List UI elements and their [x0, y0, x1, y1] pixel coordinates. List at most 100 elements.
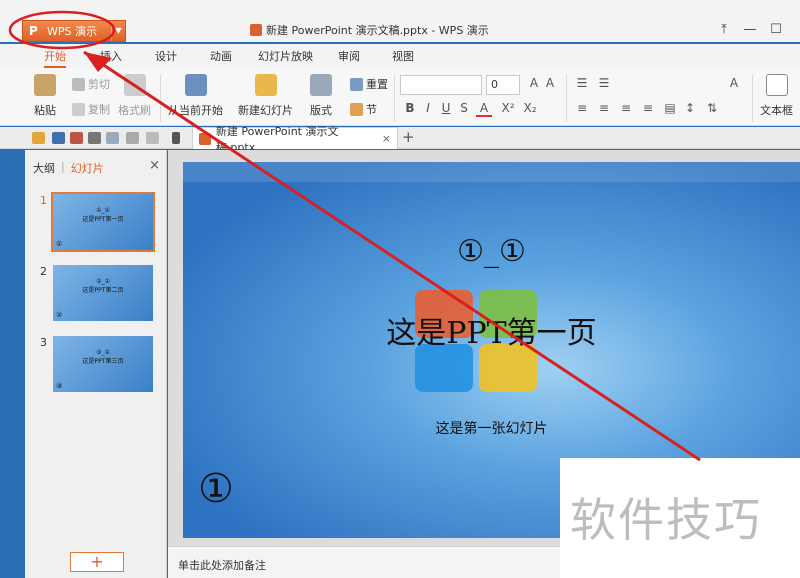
slide-corner-number[interactable]: ①: [198, 466, 234, 512]
thumbnail-subtitle: 这是PPT第三页: [82, 358, 124, 365]
wps-app-menu-button[interactable]: P WPS 演示 ▼: [22, 20, 126, 42]
thumbnail-corner-number: ③: [56, 382, 63, 390]
new-slide-label: 新建幻灯片: [238, 104, 293, 117]
thumbnail-image[interactable]: ③_① 这是PPT第三页 ③: [53, 336, 153, 392]
reset-icon: [350, 77, 363, 91]
layout-icon: [310, 74, 332, 96]
copy-button[interactable]: 复制: [72, 101, 110, 117]
text-direction-icon[interactable]: ⇅: [704, 101, 720, 115]
new-slide-button[interactable]: 新建幻灯片: [238, 74, 293, 118]
format-painter-label: 格式刷: [118, 104, 151, 117]
tab-review[interactable]: 审阅: [338, 48, 360, 64]
restore-ribbon-icon[interactable]: ⤒: [714, 22, 734, 37]
maximize-button[interactable]: ☐: [766, 22, 786, 37]
shadow-button[interactable]: S: [456, 101, 472, 115]
slide-heading[interactable]: 这是PPT第一页: [183, 308, 800, 352]
grow-font-icon[interactable]: A: [526, 76, 542, 90]
clipboard-icon: [34, 74, 56, 96]
open-folder-icon[interactable]: [32, 132, 45, 144]
window-title: 新建 PowerPoint 演示文稿.pptx - WPS 演示: [250, 22, 489, 38]
divider: [752, 74, 753, 122]
tab-insert[interactable]: 插入: [100, 48, 122, 64]
thumbnail-corner-number: ②: [56, 311, 63, 319]
ribbon-toolbar: 粘贴 剪切 复制 格式刷 从当前开始 新建幻灯片 版式 重置 节 0 A A B…: [0, 68, 800, 126]
app-menu-label: WPS 演示: [47, 25, 97, 38]
redo-icon[interactable]: [146, 132, 159, 144]
reset-label: 重置: [366, 78, 388, 91]
tab-animation[interactable]: 动画: [210, 48, 232, 64]
thumbnail-title: ①_①: [96, 207, 110, 214]
slide-title[interactable]: ①_①: [183, 234, 800, 269]
scissors-icon: [72, 77, 85, 91]
subscript-button[interactable]: X₂: [522, 101, 538, 115]
add-slide-button[interactable]: +: [70, 552, 124, 572]
ribbon-tabs: 开始 插入 设计 动画 幻灯片放映 审阅 视图: [0, 44, 800, 68]
font-color-button[interactable]: A: [476, 101, 492, 117]
paste-button[interactable]: 粘贴: [34, 74, 56, 118]
justify-icon[interactable]: ≡: [640, 101, 656, 115]
format-painter-button[interactable]: 格式刷: [118, 74, 151, 118]
tab-outline[interactable]: 大纲: [33, 160, 55, 176]
slide-subtitle[interactable]: 这是第一张幻灯片: [183, 418, 800, 438]
slide-thumbnail-1[interactable]: 1 ①_① 这是PPT第一页 ①: [40, 192, 155, 252]
thumbnail-image[interactable]: ②_① 这是PPT第二页 ②: [53, 265, 153, 321]
bold-button[interactable]: B: [402, 101, 418, 115]
tab-home[interactable]: 开始: [44, 48, 66, 68]
divider: [566, 74, 567, 122]
thumbnail-number: 2: [40, 265, 47, 278]
tab-view[interactable]: 视图: [392, 48, 414, 64]
new-tab-button[interactable]: +: [402, 128, 415, 146]
shrink-font-icon[interactable]: A: [542, 76, 558, 90]
distribute-icon[interactable]: ▤: [662, 101, 678, 115]
align-center-icon[interactable]: ≡: [596, 101, 612, 115]
slide-thumbnail-3[interactable]: 3 ③_① 这是PPT第三页 ③: [40, 336, 153, 392]
print-icon[interactable]: [88, 132, 101, 144]
bullet-list-icon[interactable]: ☰: [574, 76, 590, 90]
textbox-button[interactable]: 文本框: [760, 74, 793, 118]
italic-button[interactable]: I: [420, 101, 436, 115]
cut-button[interactable]: 剪切: [72, 76, 110, 92]
from-current-button[interactable]: 从当前开始: [168, 74, 223, 118]
section-button[interactable]: 节: [350, 101, 377, 117]
from-current-label: 从当前开始: [168, 104, 223, 117]
wps-logo-icon: P: [29, 24, 38, 38]
layout-button[interactable]: 版式: [310, 74, 332, 118]
thumbnail-subtitle: 这是PPT第一页: [82, 216, 124, 223]
reset-button[interactable]: 重置: [350, 76, 388, 92]
underline-button[interactable]: U: [438, 101, 454, 115]
export-pdf-icon[interactable]: [70, 132, 83, 144]
font-size-select[interactable]: 0: [486, 75, 520, 95]
chevron-down-icon[interactable]: ▼: [111, 21, 125, 41]
tab-design[interactable]: 设计: [155, 48, 177, 64]
document-tab[interactable]: 新建 PowerPoint 演示文稿.pptx ×: [192, 125, 398, 154]
thumbnail-image[interactable]: ①_① 这是PPT第一页 ①: [51, 192, 155, 252]
thumbnail-corner-number: ①: [56, 240, 63, 248]
close-icon[interactable]: ×: [149, 158, 160, 173]
numbered-list-icon[interactable]: ☰: [596, 76, 612, 90]
pptx-file-icon: [250, 24, 262, 36]
thumbnail-title: ③_①: [96, 349, 110, 356]
divider: |: [61, 160, 65, 173]
tab-slides[interactable]: 幻灯片: [71, 160, 104, 176]
tab-slideshow[interactable]: 幻灯片放映: [258, 48, 313, 64]
textbox-label: 文本框: [760, 104, 793, 117]
superscript-button[interactable]: X²: [500, 101, 516, 115]
customize-toolbar-icon[interactable]: [172, 132, 180, 144]
divider: [160, 74, 161, 122]
print-preview-icon[interactable]: [106, 132, 119, 144]
thumbnail-number: 1: [40, 194, 47, 207]
align-left-icon[interactable]: ≡: [574, 101, 590, 115]
line-spacing-icon[interactable]: ↕: [682, 101, 698, 115]
font-name-select[interactable]: [400, 75, 482, 95]
minimize-button[interactable]: —: [740, 22, 760, 37]
close-icon[interactable]: ×: [382, 132, 391, 145]
save-icon[interactable]: [52, 132, 65, 144]
textbox-icon: [765, 74, 788, 96]
layout-label: 版式: [310, 104, 332, 117]
text-case-icon[interactable]: A: [726, 76, 742, 90]
undo-icon[interactable]: [126, 132, 139, 144]
slide-thumbnail-2[interactable]: 2 ②_① 这是PPT第二页 ②: [40, 265, 153, 321]
section-icon: [350, 102, 363, 116]
new-slide-icon: [254, 74, 277, 96]
align-right-icon[interactable]: ≡: [618, 101, 634, 115]
